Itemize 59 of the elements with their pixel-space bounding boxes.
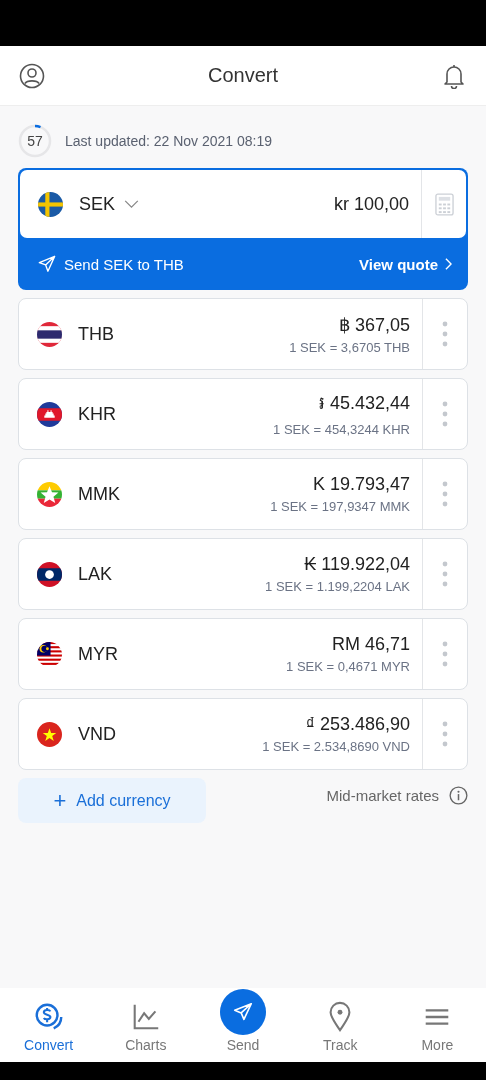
mid-market-rates-label: Mid-market rates — [326, 787, 439, 804]
calculator-icon[interactable] — [434, 192, 454, 216]
currency-code: MYR — [78, 643, 118, 665]
flag-icon — [37, 481, 62, 507]
currency-card[interactable]: MMK K 19.793,47 1 SEK = 197,9347 MMK — [18, 458, 468, 530]
currency-card[interactable]: THB ฿ 367,05 1 SEK = 3,6705 THB — [18, 298, 468, 370]
converted-amount: RM 46,71 — [331, 634, 410, 655]
add-currency-button[interactable]: + Add currency — [18, 778, 206, 823]
profile-icon[interactable] — [19, 62, 45, 89]
currency-card[interactable]: LAK ₭ 119.922,04 1 SEK = 1.199,2204 LAK — [18, 538, 468, 610]
more-options-icon[interactable] — [442, 481, 448, 507]
exchange-rate: 1 SEK = 197,9347 MMK — [270, 499, 410, 514]
nav-tab[interactable]: Send — [194, 988, 292, 1062]
send-icon — [38, 255, 56, 273]
last-updated-text: Last updated: 22 Nov 2021 08:19 — [65, 133, 273, 149]
more-options-icon[interactable] — [442, 321, 448, 347]
exchange-rate: 1 SEK = 0,4671 MYR — [286, 659, 410, 674]
exchange-rate: 1 SEK = 2.534,8690 VND — [262, 739, 410, 754]
nav-tab[interactable]: Charts — [97, 988, 195, 1062]
more-options-icon[interactable] — [442, 561, 448, 587]
chevron-right-icon — [445, 258, 452, 270]
exchange-rate: 1 SEK = 1.199,2204 LAK — [265, 579, 410, 594]
more-options-icon[interactable] — [442, 721, 448, 747]
page-title: Convert — [208, 64, 278, 87]
nav-tab[interactable]: Track — [291, 988, 389, 1062]
currency-code: LAK — [78, 563, 113, 585]
bell-icon[interactable] — [441, 62, 467, 89]
flag-icon — [37, 721, 62, 747]
send-icon — [232, 1001, 254, 1023]
exchange-rate: 1 SEK = 454,3244 KHR — [273, 422, 410, 437]
currency-code: KHR — [78, 403, 116, 425]
currency-code: VND — [78, 723, 116, 745]
amount-field[interactable]: kr 100,00 — [333, 193, 409, 215]
chevron-down-icon[interactable] — [124, 199, 140, 209]
converted-amount: ฿ 367,05 — [338, 313, 410, 336]
flag-icon — [37, 561, 62, 587]
nav-tab[interactable]: More — [388, 988, 486, 1062]
currency-card[interactable]: MYR RM 46,71 1 SEK = 0,4671 MYR — [18, 618, 468, 690]
currency-card[interactable]: VND ₫ 253.486,90 1 SEK = 2.534,8690 VND — [18, 698, 468, 770]
converted-amount: ₫ 253.486,90 — [305, 714, 410, 735]
currency-code: THB — [78, 323, 114, 345]
view-quote-link[interactable]: View quote — [359, 255, 452, 273]
info-icon[interactable] — [449, 786, 468, 805]
flag-icon — [37, 321, 62, 347]
send-label: Send SEK to THB — [64, 255, 184, 273]
converted-amount: K 19.793,47 — [312, 474, 410, 495]
more-options-icon[interactable] — [442, 401, 448, 427]
currency-code[interactable]: SEK — [79, 193, 116, 215]
converted-amount: ៛ 45.432,44 — [318, 392, 410, 415]
sweden-flag-icon — [38, 191, 63, 217]
flag-icon — [37, 401, 62, 427]
currency-code: MMK — [78, 483, 120, 505]
converted-amount: ₭ 119.922,04 — [304, 554, 410, 575]
flag-icon — [37, 641, 62, 667]
exchange-rate: 1 SEK = 3,6705 THB — [289, 339, 410, 355]
countdown-timer: 57 — [18, 124, 52, 158]
nav-tab[interactable]: Convert — [0, 988, 98, 1062]
more-options-icon[interactable] — [442, 641, 448, 667]
currency-card[interactable]: KHR ៛ 45.432,44 1 SEK = 454,3244 KHR — [18, 378, 468, 450]
